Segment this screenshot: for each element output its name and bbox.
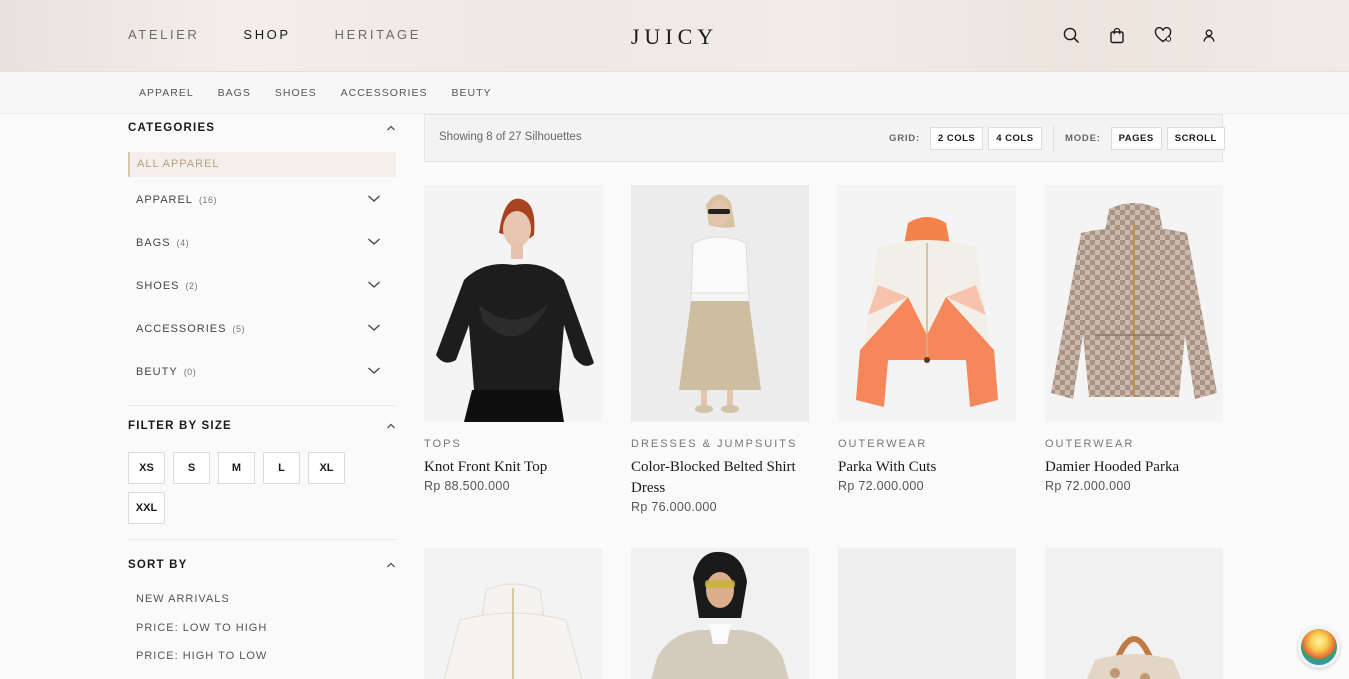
chevron-up-icon[interactable] bbox=[386, 421, 396, 431]
product-card[interactable]: OUTERWEAR Parka With Cuts Rp 72.000.000 bbox=[838, 185, 1016, 493]
subnav-shoes[interactable]: SHOES bbox=[275, 87, 317, 99]
sort-price-low-high[interactable]: PRICE: LOW TO HIGH bbox=[128, 614, 396, 643]
product-category: OUTERWEAR bbox=[838, 438, 928, 450]
product-name[interactable]: Color-Blocked Belted Shirt Dress bbox=[631, 457, 809, 499]
mode-label: MODE: bbox=[1065, 133, 1101, 144]
subnav-beuty[interactable]: BEUTY bbox=[451, 87, 491, 99]
product-price: Rp 76.000.000 bbox=[631, 500, 717, 514]
size-options: XS S M L XL XXL bbox=[128, 452, 358, 524]
subnav-apparel[interactable]: APPAREL bbox=[139, 87, 194, 99]
category-item-beuty[interactable]: BEUTY (0) bbox=[128, 349, 396, 392]
product-image[interactable] bbox=[838, 185, 1016, 422]
category-subnav: APPAREL BAGS SHOES ACCESSORIES BEUTY bbox=[0, 72, 1349, 114]
grid-toggle: GRID: 2 COLS 4 COLS bbox=[889, 127, 1042, 150]
product-card[interactable] bbox=[1045, 548, 1223, 679]
size-xs-button[interactable]: XS bbox=[128, 452, 165, 484]
sort-new-arrivals[interactable]: NEW ARRIVALS bbox=[128, 585, 396, 614]
category-label: BEUTY bbox=[136, 365, 178, 378]
product-image[interactable] bbox=[1045, 185, 1223, 422]
subnav-accessories[interactable]: ACCESSORIES bbox=[341, 87, 428, 99]
mode-pages-button[interactable]: PAGES bbox=[1110, 127, 1162, 150]
size-s-button[interactable]: S bbox=[173, 452, 210, 484]
chevron-down-icon[interactable] bbox=[367, 362, 381, 380]
size-xxl-button[interactable]: XXL bbox=[128, 492, 165, 524]
product-category: TOPS bbox=[424, 438, 462, 450]
product-name[interactable]: Damier Hooded Parka bbox=[1045, 457, 1223, 478]
chevron-down-icon[interactable] bbox=[367, 319, 381, 337]
product-card[interactable] bbox=[631, 548, 809, 679]
product-price: Rp 72.000.000 bbox=[1045, 479, 1131, 493]
product-image[interactable] bbox=[631, 548, 809, 679]
header-icons bbox=[1062, 26, 1218, 44]
category-label: SHOES bbox=[136, 279, 180, 292]
category-count: (5) bbox=[232, 323, 245, 334]
product-name[interactable]: Parka With Cuts bbox=[838, 457, 1016, 478]
product-name[interactable]: Knot Front Knit Top bbox=[424, 457, 602, 478]
category-all-apparel[interactable]: ALL APPAREL bbox=[128, 152, 396, 177]
chevron-down-icon[interactable] bbox=[367, 233, 381, 251]
product-image[interactable] bbox=[1045, 548, 1223, 679]
categories-title: CATEGORIES bbox=[128, 122, 216, 134]
size-filter-title: FILTER BY SIZE bbox=[128, 420, 232, 432]
sort-price-high-low[interactable]: PRICE: HIGH TO LOW bbox=[128, 642, 396, 671]
sort-title: SORT BY bbox=[128, 559, 188, 571]
category-item-accessories[interactable]: ACCESSORIES (5) bbox=[128, 306, 396, 349]
user-icon[interactable] bbox=[1200, 26, 1218, 44]
chevron-down-icon[interactable] bbox=[367, 190, 381, 208]
divider bbox=[128, 539, 396, 540]
product-image[interactable] bbox=[424, 548, 602, 679]
category-count: (0) bbox=[183, 366, 197, 377]
size-l-button[interactable]: L bbox=[263, 452, 300, 484]
product-price: Rp 88.500.000 bbox=[424, 479, 510, 493]
chevron-up-icon[interactable] bbox=[386, 123, 396, 133]
size-m-button[interactable]: M bbox=[218, 452, 255, 484]
product-card[interactable]: DRESSES & JUMPSUITS Color-Blocked Belted… bbox=[631, 185, 809, 514]
product-category: OUTERWEAR bbox=[1045, 438, 1135, 450]
category-count: (4) bbox=[176, 237, 190, 248]
chevron-up-icon[interactable] bbox=[386, 560, 396, 570]
chevron-down-icon[interactable] bbox=[367, 276, 381, 294]
product-card[interactable]: OUTERWEAR Damier Hooded Parka Rp 72.000.… bbox=[1045, 185, 1223, 493]
product-image[interactable] bbox=[424, 185, 602, 422]
product-card[interactable] bbox=[424, 548, 602, 679]
sort-header[interactable]: SORT BY bbox=[128, 551, 396, 579]
subnav-bags[interactable]: BAGS bbox=[218, 87, 251, 99]
results-count: Showing 8 of 27 Silhouettes bbox=[439, 131, 582, 143]
size-xl-button[interactable]: XL bbox=[308, 452, 345, 484]
sort-options: NEW ARRIVALS PRICE: LOW TO HIGH PRICE: H… bbox=[128, 585, 396, 671]
toolbar-divider bbox=[1053, 126, 1054, 152]
grid-2-cols-button[interactable]: 2 COLS bbox=[929, 127, 984, 150]
product-image-placeholder[interactable] bbox=[838, 548, 1016, 679]
product-price: Rp 72.000.000 bbox=[838, 479, 924, 493]
category-label: BAGS bbox=[136, 236, 171, 249]
top-navigation-bar: ATELIER SHOP HERITAGE JUICY bbox=[0, 0, 1349, 72]
grid-4-cols-button[interactable]: 4 COLS bbox=[988, 127, 1042, 150]
filter-sidebar: CATEGORIES ALL APPAREL APPAREL (16) BAGS (… bbox=[128, 114, 396, 671]
category-item-apparel[interactable]: APPAREL (16) bbox=[128, 177, 396, 220]
bag-icon[interactable] bbox=[1108, 26, 1126, 44]
results-toolbar: Showing 8 of 27 Silhouettes GRID: 2 COLS… bbox=[424, 114, 1225, 162]
product-image[interactable] bbox=[631, 185, 809, 422]
product-category: DRESSES & JUMPSUITS bbox=[631, 438, 798, 450]
category-item-bags[interactable]: BAGS (4) bbox=[128, 220, 396, 263]
grid-label: GRID: bbox=[889, 133, 920, 144]
size-filter-header[interactable]: FILTER BY SIZE bbox=[128, 412, 396, 440]
category-count: (2) bbox=[185, 280, 199, 291]
product-card[interactable] bbox=[838, 548, 1016, 679]
divider bbox=[128, 405, 396, 406]
mode-toggle: MODE: PAGES SCROLL bbox=[1065, 127, 1225, 150]
category-list: APPAREL (16) BAGS (4) SHOES (2) ACCESSORIES… bbox=[128, 177, 396, 392]
search-icon[interactable] bbox=[1062, 26, 1080, 44]
product-card[interactable]: TOPS Knot Front Knit Top Rp 88.500.000 bbox=[424, 185, 602, 493]
categories-header[interactable]: CATEGORIES bbox=[128, 114, 396, 142]
floating-assistant-button[interactable] bbox=[1298, 626, 1340, 668]
category-count: (16) bbox=[198, 194, 217, 205]
category-item-shoes[interactable]: SHOES (2) bbox=[128, 263, 396, 306]
wishlist-heart-icon[interactable] bbox=[1154, 26, 1172, 44]
category-label: APPAREL bbox=[136, 193, 193, 206]
category-label: ACCESSORIES bbox=[136, 322, 227, 335]
mode-scroll-button[interactable]: SCROLL bbox=[1166, 127, 1225, 150]
